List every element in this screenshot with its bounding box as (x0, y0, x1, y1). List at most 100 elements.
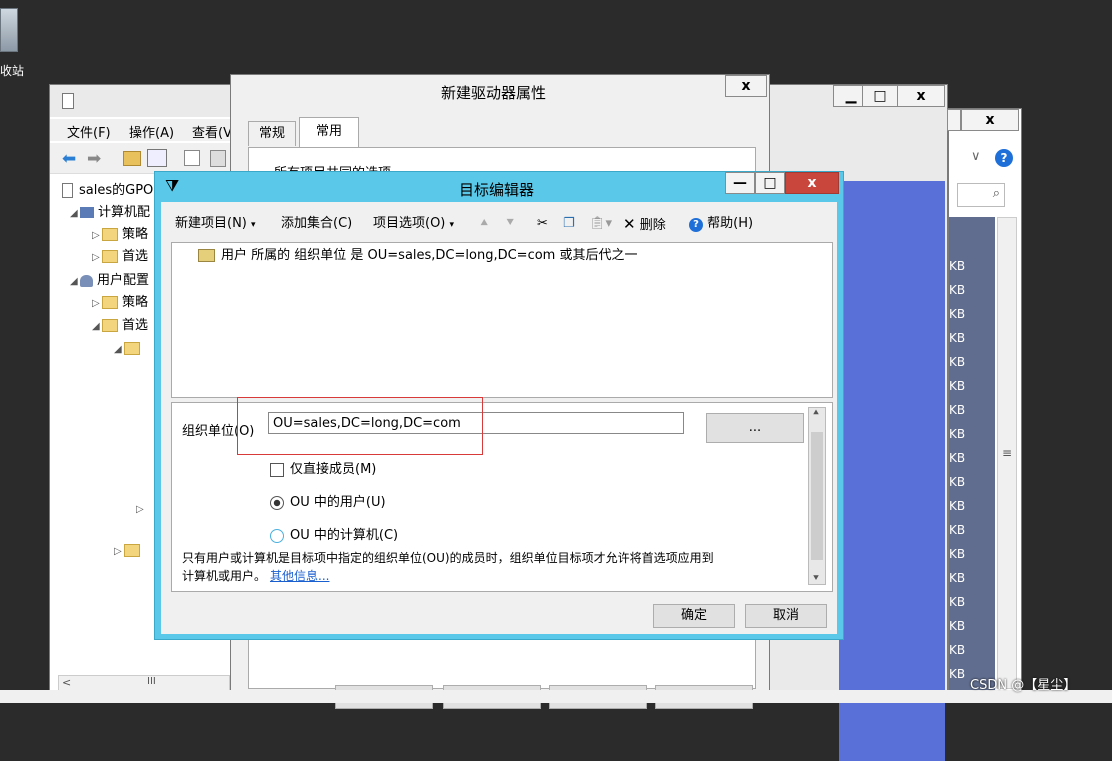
scroll-grip[interactable]: ≡ (1002, 446, 1012, 460)
gpo-titlebar (50, 85, 232, 117)
tree-collapsed-node[interactable]: ▷ (136, 499, 146, 519)
folder-icon (124, 342, 140, 355)
more-info-link[interactable]: 其他信息... (270, 569, 329, 583)
item-options-menu[interactable]: 项目选项(O) ▾ (373, 212, 454, 236)
size-cell: KB (949, 331, 966, 345)
collapsed-arrow-icon[interactable]: ▷ (92, 226, 102, 246)
expanded-arrow-icon[interactable]: ◢ (70, 272, 80, 292)
collapsed-arrow-icon[interactable]: ▷ (92, 248, 102, 268)
editor-title: 目标编辑器 (459, 181, 535, 199)
folder-icon (102, 296, 118, 309)
up-folder-icon[interactable] (123, 151, 141, 166)
folder-icon (102, 228, 118, 241)
direct-member-checkbox-row[interactable]: 仅直接成员(M) (270, 458, 376, 477)
help-icon[interactable]: ? (995, 149, 1013, 167)
scroll-left-icon[interactable]: < (62, 676, 71, 689)
tree-user-policies[interactable]: ▷ 策略 (92, 293, 148, 313)
cut-icon[interactable]: ✂ (537, 212, 548, 236)
maximize-button[interactable]: □ (862, 85, 898, 107)
drive-close-button[interactable]: x (725, 75, 767, 97)
users-in-ou-radio-row[interactable]: OU 中的用户(U) (270, 491, 386, 510)
move-down-icon[interactable]: ⯆ (505, 212, 515, 236)
cancel-button[interactable]: 取消 (745, 604, 827, 628)
tree-user-config[interactable]: ◢ 用户配置 (70, 271, 149, 291)
computers-in-ou-radio[interactable] (270, 528, 284, 543)
size-cell: KB (949, 667, 966, 681)
users-in-ou-radio[interactable] (270, 495, 284, 510)
new-item-menu[interactable]: 新建项目(N) ▾ (175, 212, 256, 236)
menu-file[interactable]: 文件(F) (67, 122, 111, 141)
explorer-restore-button[interactable] (947, 109, 961, 131)
size-cell: KB (949, 451, 966, 465)
explorer-window: x ∨ ? ⌕ KB KB KB KB KB KB KB KB KB KB KB… (947, 108, 1022, 703)
ou-target-icon (198, 249, 215, 262)
properties-scrollbar[interactable]: ⯅ ⯆ (808, 407, 826, 585)
size-cell: KB (949, 595, 966, 609)
computers-in-ou-radio-row[interactable]: OU 中的计算机(C) (270, 524, 398, 543)
editor-maximize-button[interactable]: □ (755, 172, 785, 194)
collapsed-arrow-icon[interactable]: ▷ (114, 542, 124, 562)
help-icon: ? (689, 218, 703, 232)
size-cell: KB (949, 379, 966, 393)
add-collection-button[interactable]: 添加集合(C) (281, 212, 352, 236)
dropdown-arrow-icon: ▾ (251, 220, 256, 230)
back-arrow-icon[interactable]: ⬅ (62, 149, 76, 169)
move-up-icon[interactable]: ⯅ (479, 212, 489, 236)
tree-computer-preferences[interactable]: ▷ 首选 (92, 247, 148, 267)
folder-icon (124, 544, 140, 557)
tab-common[interactable]: 常用 (299, 117, 359, 148)
size-cell: KB (949, 619, 966, 633)
search-box[interactable]: ⌕ (957, 183, 1005, 207)
forward-arrow-icon[interactable]: ➡ (87, 149, 101, 169)
collapsed-arrow-icon[interactable]: ▷ (92, 294, 102, 314)
direct-member-checkbox[interactable] (270, 462, 284, 477)
tree-gpo-root[interactable]: sales的GPO (62, 181, 153, 201)
tree-user-preferences[interactable]: ◢ 首选 (92, 316, 148, 336)
recycle-bin[interactable]: 收站 (0, 0, 24, 80)
app-icon (62, 93, 74, 109)
editor-minimize-button[interactable]: — (725, 172, 755, 194)
blue-content-panel (839, 181, 945, 761)
menu-bar: 文件(F) 操作(A) 查看(V (50, 119, 232, 141)
tree-computer-policies[interactable]: ▷ 策略 (92, 225, 148, 245)
scroll-grip[interactable] (811, 432, 823, 560)
tree-control-panel[interactable]: ▷ (114, 541, 144, 561)
chevron-down-icon[interactable]: ∨ (971, 149, 981, 164)
folder-icon (102, 250, 118, 263)
help-button[interactable]: ? 帮助(H) (689, 212, 753, 236)
folder-icon (102, 319, 118, 332)
editor-close-button[interactable]: x (785, 172, 839, 194)
tree-computer-config[interactable]: ◢ 计算机配 (70, 203, 150, 223)
tab-general[interactable]: 常规 (248, 121, 296, 146)
scroll-thumb[interactable]: III (147, 676, 156, 687)
tree-windows-settings[interactable]: ◢ (114, 339, 144, 359)
targeting-item[interactable]: 用户 所属的 组织单位 是 OU=sales,DC=long,DC=com 或其… (198, 247, 637, 265)
collapsed-arrow-icon[interactable]: ▷ (136, 500, 146, 520)
editor-toolbar: 新建项目(N) ▾ 添加集合(C) 项目选项(O) ▾ ⯅ ⯆ ✂ ❐ 📋︎▾ … (161, 212, 837, 238)
menu-action[interactable]: 操作(A) (129, 122, 174, 141)
watermark-text: CSDN @【星尘】 (970, 678, 1077, 693)
scroll-down-icon[interactable]: ⯆ (812, 573, 820, 584)
close-button[interactable]: x (897, 85, 945, 107)
scroll-up-icon[interactable]: ⯅ (812, 408, 820, 419)
filter-icon: ⧩ (165, 176, 180, 195)
size-cell: KB (949, 283, 966, 297)
show-hide-tree-icon[interactable] (147, 149, 167, 167)
copy-icon[interactable] (184, 150, 200, 166)
paste-icon[interactable]: 📋︎▾ (589, 212, 612, 236)
vertical-scrollbar[interactable]: ≡ (997, 217, 1017, 689)
copy-icon[interactable]: ❐ (563, 212, 575, 236)
browse-ou-button[interactable]: ... (706, 413, 804, 443)
delete-button[interactable]: ✕ 删除 (623, 212, 666, 236)
expanded-arrow-icon[interactable]: ◢ (114, 340, 124, 360)
explorer-close-button[interactable]: x (961, 109, 1019, 131)
paste-icon[interactable] (210, 150, 226, 167)
size-cell: KB (949, 259, 966, 273)
recycle-bin-icon (0, 8, 18, 52)
ok-button[interactable]: 确定 (653, 604, 735, 628)
expanded-arrow-icon[interactable]: ◢ (70, 204, 80, 224)
expanded-arrow-icon[interactable]: ◢ (92, 317, 102, 337)
menu-view[interactable]: 查看(V (192, 122, 232, 141)
taskbar-strip (0, 690, 1112, 703)
size-cell: KB (949, 643, 966, 657)
